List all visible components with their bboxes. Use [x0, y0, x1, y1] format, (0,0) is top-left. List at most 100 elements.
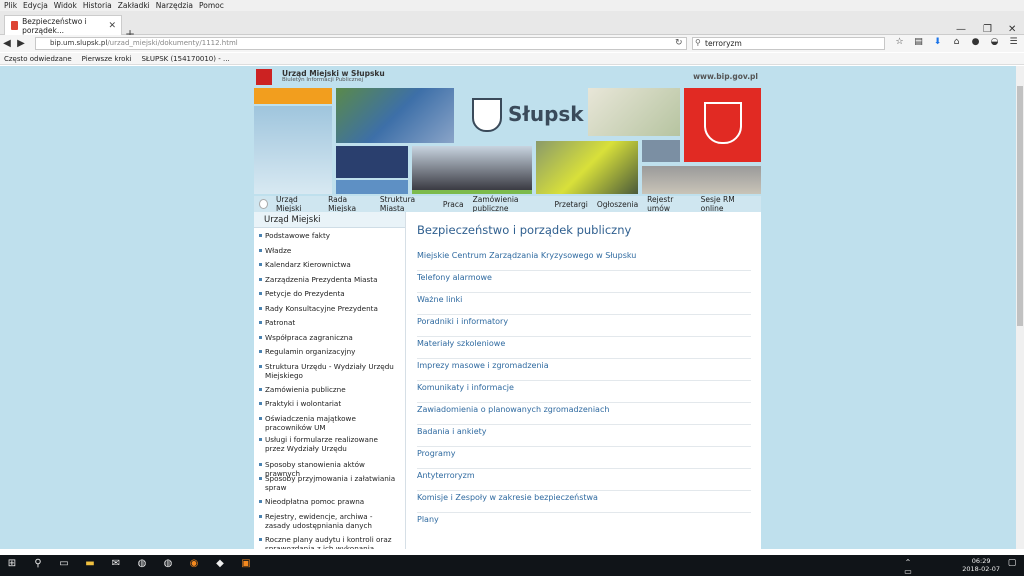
topnav-praca[interactable]: Praca — [443, 200, 464, 209]
favicon-icon — [11, 21, 19, 30]
back-icon[interactable]: ◀ — [0, 38, 14, 49]
menu-pomoc[interactable]: Pomoc — [199, 1, 224, 10]
windows-start-icon[interactable]: ⊞ — [4, 558, 20, 572]
topnav-zamowienia[interactable]: Zamówienia publiczne — [473, 195, 546, 213]
category-link[interactable]: Ważne linki — [417, 293, 751, 315]
task-view-icon[interactable]: ▭ — [56, 558, 72, 572]
sidebar-item[interactable]: Praktyki i wolontariat — [254, 399, 405, 414]
topnav-sesje-rm[interactable]: Sesje RM online — [701, 195, 752, 213]
sidebar-item[interactable]: Kalendarz Kierownictwa — [254, 260, 405, 275]
sidebar-item[interactable]: Sposoby stanowienia aktów prawnych — [254, 460, 405, 477]
category-link[interactable]: Miejskie Centrum Zarządzania Kryzysowego… — [417, 249, 751, 271]
sidebar-item[interactable]: Regulamin organizacyjny — [254, 347, 405, 362]
menu-plik[interactable]: Plik — [4, 1, 17, 10]
green-strip — [412, 190, 532, 194]
category-link[interactable]: Imprezy masowe i zgromadzenia — [417, 359, 751, 381]
forward-icon[interactable]: ▶ — [14, 38, 28, 49]
sidebar-item[interactable]: Usługi i formularze realizowane przez Wy… — [254, 435, 405, 460]
mail-icon[interactable]: ✉ — [108, 558, 124, 572]
notifications-icon[interactable]: ▢ — [1004, 558, 1020, 572]
close-window-icon[interactable]: ✕ — [1008, 24, 1016, 35]
topnav-rejestr-umow[interactable]: Rejestr umów — [647, 195, 691, 213]
tab-title: Bezpieczeństwo i porządek... — [22, 16, 87, 35]
sidebar-item[interactable]: Sposoby przyjmowania i załatwiania spraw — [254, 474, 405, 497]
topnav-struktura-miasta[interactable]: Struktura Miasta — [380, 195, 434, 213]
search-taskbar-icon[interactable]: ⚲ — [30, 558, 46, 572]
restore-icon[interactable]: ❐ — [983, 24, 992, 35]
menu-bar: Plik Edycja Widok Historia Zakładki Narz… — [0, 0, 1024, 11]
sidebar-item[interactable]: Roczne plany audytu i kontroli oraz spra… — [254, 535, 405, 549]
category-link[interactable]: Komunikaty i informacje — [417, 381, 751, 403]
menu-zakladki[interactable]: Zakładki — [118, 1, 150, 10]
bip-gov-link[interactable]: www.bip.gov.pl — [693, 72, 758, 81]
scrollbar-thumb[interactable] — [1017, 86, 1023, 326]
file-explorer-icon[interactable]: ▬ — [82, 558, 98, 572]
category-link[interactable]: Antyterroryzm — [417, 469, 751, 491]
reload-icon[interactable]: ↻ — [675, 38, 683, 48]
sidebar-item[interactable]: Struktura Urzędu - Wydziały Urzędu Miejs… — [254, 362, 405, 385]
bookmark-star-icon[interactable]: ☆ — [890, 37, 909, 47]
app-icon-2[interactable]: ◍ — [160, 558, 176, 572]
app-icon-3[interactable]: ◆ — [212, 558, 228, 572]
toolbar-icons: ☆ ▤ ⬇ ⌂ ● ◒ ☰ — [890, 37, 1023, 47]
menu-widok[interactable]: Widok — [54, 1, 77, 10]
sidebar-item[interactable]: Rady Konsultacyjne Prezydenta — [254, 304, 405, 319]
bookmark-pierwsze[interactable]: Pierwsze kroki — [82, 55, 132, 63]
category-link[interactable]: Plany — [417, 513, 751, 535]
sidebar-item[interactable]: Zarządzenia Prezydenta Miasta — [254, 275, 405, 290]
category-link[interactable]: Telefony alarmowe — [417, 271, 751, 293]
chat-icon[interactable]: ● — [966, 37, 985, 47]
category-link[interactable]: Komisje i Zespoły w zakresie bezpieczeńs… — [417, 491, 751, 513]
category-link[interactable]: Poradniki i informatory — [417, 315, 751, 337]
search-input[interactable]: terroryzm — [692, 37, 885, 50]
category-link[interactable]: Badania i ankiety — [417, 425, 751, 447]
menu-narzedzia[interactable]: Narzędzia — [156, 1, 193, 10]
handshake-photo — [536, 141, 638, 194]
firefox-icon[interactable]: ◉ — [186, 558, 202, 572]
topnav-urzad-miejski[interactable]: Urząd Miejski — [276, 195, 319, 213]
officials-photo — [412, 146, 532, 190]
sidebar-item[interactable]: Podstawowe fakty — [254, 231, 405, 246]
library-icon[interactable]: ▤ — [909, 37, 928, 47]
sidebar-item[interactable]: Zamówienia publiczne — [254, 385, 405, 400]
page-scrollbar[interactable] — [1016, 66, 1024, 549]
category-link[interactable]: Materiały szkoleniowe — [417, 337, 751, 359]
sidebar-item[interactable]: Oświadczenia majątkowe pracowników UM — [254, 414, 405, 435]
sidebar-item[interactable]: Nieodpłatna pomoc prawna — [254, 497, 405, 512]
grey-tile — [642, 140, 680, 162]
minimize-icon[interactable]: — — [956, 24, 966, 35]
url-bar[interactable]: bip.um.slupsk.pl/urzad_miejski/dokumenty… — [35, 37, 687, 50]
home-circle-icon[interactable] — [259, 199, 268, 209]
hamburger-menu-icon[interactable]: ☰ — [1004, 37, 1023, 47]
sidebar-item[interactable]: Patronat — [254, 318, 405, 333]
app-icon[interactable]: ◍ — [134, 558, 150, 572]
document-app-icon[interactable]: ▣ — [238, 558, 254, 572]
search-icon: ⚲ — [695, 38, 701, 47]
menu-edycja[interactable]: Edycja — [23, 1, 48, 10]
url-host: bip.um.slupsk.pl — [50, 39, 108, 47]
sidebar-item[interactable]: Rejestry, ewidencje, archiwa - zasady ud… — [254, 512, 405, 535]
topnav-rada-miejska[interactable]: Rada Miejska — [328, 195, 371, 213]
sidebar-item[interactable]: Władze — [254, 246, 405, 261]
pocket-icon[interactable]: ◒ — [985, 37, 1004, 47]
sidebar-item[interactable]: Petycje do Prezydenta — [254, 289, 405, 304]
category-link[interactable]: Zawiadomienia o planowanych zgromadzenia… — [417, 403, 751, 425]
sidebar-item[interactable]: Współpraca zagraniczna — [254, 333, 405, 348]
menu-historia[interactable]: Historia — [83, 1, 112, 10]
bookmark-czesto[interactable]: Często odwiedzane — [4, 55, 72, 63]
close-tab-icon[interactable]: ✕ — [108, 21, 116, 31]
bip-logo-icon[interactable] — [256, 69, 272, 85]
tab-active[interactable]: Bezpieczeństwo i porządek... ✕ — [4, 15, 122, 35]
tray-icons[interactable]: ⌃ ▭ ◀ ⌨ — [900, 558, 916, 576]
content-area: Urząd Miejski Podstawowe fakty Władze Ka… — [254, 212, 761, 549]
home-icon[interactable]: ⌂ — [947, 37, 966, 47]
download-icon[interactable]: ⬇ — [928, 37, 947, 47]
system-clock[interactable]: 06:29 2018-02-07 — [962, 557, 1000, 573]
category-link[interactable]: Programy — [417, 447, 751, 469]
topnav-ogloszenia[interactable]: Ogłoszenia — [597, 200, 638, 209]
sidebar-heading: Urząd Miejski — [254, 212, 405, 228]
topnav-przetargi[interactable]: Przetargi — [555, 200, 588, 209]
bookmark-slupsk[interactable]: SŁUPSK (154170010) - ... — [141, 55, 229, 63]
orange-tile — [254, 88, 332, 104]
navy-tile — [336, 146, 408, 178]
